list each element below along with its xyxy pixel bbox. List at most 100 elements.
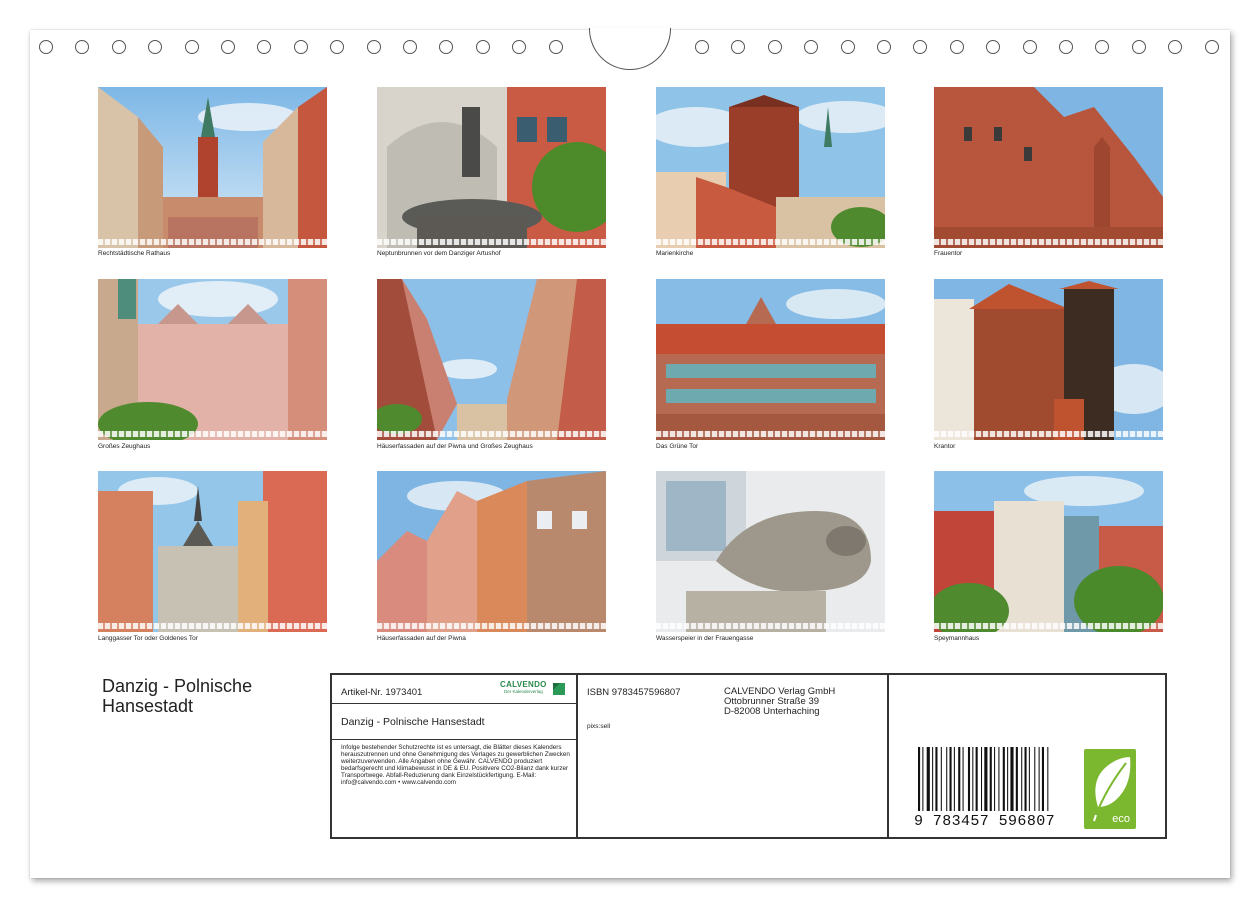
binding-ring	[1059, 40, 1073, 54]
barcode-bar	[940, 747, 942, 811]
gargoyle-image	[656, 471, 885, 632]
piwna-street-image	[377, 279, 606, 440]
barcode-bar	[926, 747, 930, 811]
photo-caption: Das Grüne Tor	[656, 443, 699, 450]
barcode-bar	[989, 747, 992, 811]
date-strip	[656, 431, 885, 437]
isbn: ISBN 9783457596807	[587, 687, 681, 698]
barcode-bar	[984, 747, 988, 811]
article-number: Artikel-Nr. 1973401	[341, 687, 423, 698]
binding-ring	[804, 40, 819, 54]
binding-ring	[512, 40, 527, 54]
binding-ring	[293, 40, 308, 54]
barcode-bar	[958, 747, 961, 811]
barcode-bar	[994, 747, 996, 811]
binding-ring	[949, 40, 964, 54]
photo-caption: Wasserspeier in der Frauengasse	[656, 635, 754, 642]
calendar-back-cover: Rechtstädtische Rathaus Neptunbrunnen vo…	[30, 28, 1230, 878]
binding-ring	[695, 40, 709, 54]
photo-september	[98, 471, 327, 632]
author: pixs:sell	[587, 723, 611, 730]
calendar-title: Danzig - Polnische Hansestadt	[102, 676, 292, 716]
binding-ring	[184, 40, 199, 54]
date-strip	[934, 623, 1163, 629]
date-strip	[656, 623, 885, 629]
piwna-facades-image	[377, 471, 606, 632]
neptune-fountain-image	[377, 87, 606, 248]
photo-december	[934, 471, 1163, 632]
binding-ring	[913, 40, 928, 54]
photo-caption: Rechtstädtische Rathaus	[98, 250, 171, 257]
barcode-bar	[967, 747, 971, 811]
frauentor-image	[934, 87, 1163, 248]
barcode: 9 783457 596807	[914, 747, 1056, 831]
barcode-digits: 9 783457 596807	[914, 813, 1056, 830]
binding-ring	[767, 40, 782, 54]
date-strip	[934, 239, 1163, 245]
divider	[332, 703, 576, 704]
barcode-bar	[972, 747, 974, 811]
calvendo-logo: CALVENDO Der Kalenderverlag	[500, 680, 570, 698]
golden-gate-image	[98, 471, 327, 632]
barcode-bar	[1028, 747, 1030, 811]
binding-ring	[1095, 40, 1110, 54]
calvendo-brand: CALVENDO	[500, 680, 547, 689]
eco-badge: eco	[1084, 749, 1136, 829]
date-strip	[377, 239, 606, 245]
legal-notice: Infolge bestehender Schutzrechte ist es …	[341, 744, 570, 786]
binding-ring	[75, 40, 90, 54]
binding-ring	[257, 40, 272, 54]
photo-february	[377, 87, 606, 248]
divider	[887, 675, 889, 837]
green-gate-image	[656, 279, 885, 440]
barcode-bar	[922, 747, 924, 811]
photo-august	[934, 279, 1163, 440]
photo-july	[656, 279, 885, 440]
barcode-bar	[975, 747, 978, 811]
binding-ring	[548, 40, 563, 54]
binding-ring	[1022, 40, 1037, 54]
binding-ring	[1204, 40, 1219, 54]
date-strip	[98, 239, 327, 245]
info-box: Artikel-Nr. 1973401 CALVENDO Der Kalende…	[330, 673, 1167, 839]
calendar-title-line1: Danzig - Polnische	[102, 676, 253, 696]
date-strip	[98, 431, 327, 437]
marienkirche-image	[656, 87, 885, 248]
photo-caption: Langgasser Tor oder Goldenes Tor	[98, 635, 198, 642]
barcode-bar	[1007, 747, 1009, 811]
date-strip	[377, 623, 606, 629]
date-strip	[98, 623, 327, 629]
binding-ring	[1131, 40, 1146, 54]
binding-ring	[986, 40, 1001, 54]
calvendo-brand-sub: Der Kalenderverlag	[504, 689, 543, 694]
barcode-bar	[1047, 747, 1049, 811]
divider	[332, 739, 576, 740]
crane-gate-image	[934, 279, 1163, 440]
binding-ring	[1168, 40, 1183, 54]
barcode-bar	[1038, 747, 1040, 811]
barcode-bar	[1034, 747, 1036, 811]
binding-ring	[439, 40, 454, 54]
binding-ring	[111, 40, 126, 54]
barcode-bar	[981, 747, 983, 811]
binding-ring	[475, 40, 490, 54]
binding-ring	[840, 40, 855, 54]
photo-caption: Häuserfassaden auf der Piwna	[377, 635, 466, 642]
barcode-bar	[932, 747, 934, 811]
date-strip	[377, 431, 606, 437]
barcode-bar	[946, 747, 948, 811]
publisher-line: D-82008 Unterhaching	[724, 706, 820, 717]
town-hall-image	[98, 87, 327, 248]
photo-april	[934, 87, 1163, 248]
barcode-bar	[935, 747, 938, 811]
barcode-bar	[1024, 747, 1027, 811]
barcode-bar	[1021, 747, 1023, 811]
barcode-bar	[1015, 747, 1018, 811]
date-strip	[656, 239, 885, 245]
photo-caption: Speymannhaus	[934, 635, 980, 642]
binding-ring	[877, 40, 891, 54]
speymann-house-image	[934, 471, 1163, 632]
barcode-bar	[953, 747, 955, 811]
barcode-bars	[918, 747, 1049, 811]
binding-ring	[403, 40, 417, 54]
